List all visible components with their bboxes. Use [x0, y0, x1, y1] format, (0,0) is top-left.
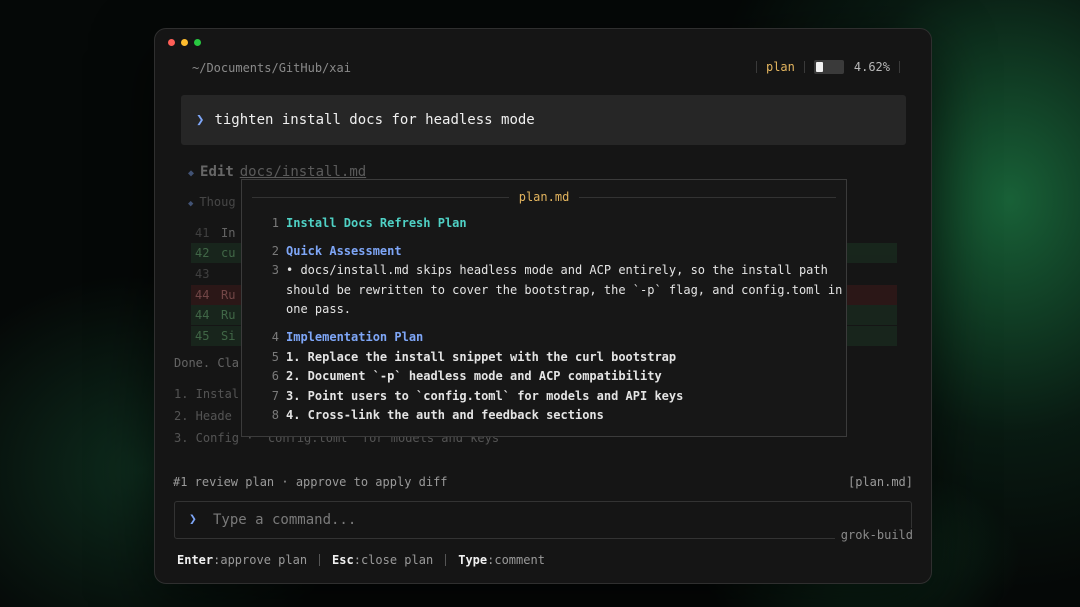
hint-key: Esc	[332, 553, 354, 567]
plan-line: 6 2. Document `-p` headless mode and ACP …	[242, 367, 846, 387]
divider	[252, 196, 509, 198]
plan-line: 1 Install Docs Refresh Plan	[242, 214, 846, 234]
plan-text: one pass.	[286, 302, 352, 316]
plan-line-number: 6	[271, 369, 279, 383]
command-chevron-icon: ❯	[189, 512, 197, 527]
command-input[interactable]	[213, 509, 773, 531]
plan-line-number	[242, 300, 286, 320]
diff-line-number: 43	[195, 267, 210, 281]
diff-line-number: 45	[195, 329, 210, 343]
thought-line: ◆ Thoug	[188, 195, 236, 209]
terminal-window: ~/Documents/GitHub/xai plan 4.62% ❯ tigh…	[154, 28, 932, 584]
plan-line-number: 1	[271, 216, 279, 230]
plan-heading: Install Docs Refresh Plan	[286, 216, 467, 230]
hint-action: :close plan	[353, 553, 434, 567]
diff-code: cu	[221, 246, 236, 260]
plan-line-number	[242, 281, 286, 301]
plan-text: should be rewritten to cover the bootstr…	[286, 283, 843, 297]
plan-title: plan.md	[518, 190, 570, 204]
diff-code: Ru	[221, 308, 236, 322]
review-file-tag[interactable]: [plan.md]	[848, 475, 913, 489]
keyboard-hints: Enter:approve plan Esc:close plan Type:c…	[177, 553, 545, 567]
diamond-icon: ◆	[188, 168, 195, 179]
edit-tool-call: ◆ Edit docs/install.md	[188, 164, 366, 180]
diff-line-number: 44	[195, 288, 210, 302]
hint-key: Type	[458, 553, 488, 567]
plan-line-number: 3	[271, 263, 279, 277]
summary-list-item: 1. Instal	[174, 387, 240, 401]
edit-file-link[interactable]: docs/install.md	[240, 164, 366, 180]
plan-header: plan.md	[252, 188, 837, 206]
diff-code: Si	[221, 329, 236, 343]
hint-key: Enter	[177, 553, 214, 567]
edit-label: Edit	[200, 164, 234, 180]
plan-line-number: 8	[271, 408, 279, 422]
summary-list-item: 2. Heade	[174, 409, 232, 423]
plan-line-number: 4	[271, 330, 279, 344]
diff-line-number: 41	[195, 226, 210, 240]
plan-subheading: Quick Assessment	[286, 244, 402, 258]
divider	[319, 554, 321, 566]
plan-subheading: Implementation Plan	[286, 330, 424, 344]
review-status: #1 review plan · approve to apply diff	[173, 475, 448, 489]
plan-step: 3. Point users to `config.toml` for mode…	[286, 389, 684, 403]
plan-step: 4. Cross-link the auth and feedback sect…	[286, 408, 604, 422]
plan-text: • docs/install.md skips headless mode an…	[286, 263, 828, 277]
command-bar[interactable]: ❯	[174, 501, 912, 539]
plan-line-number: 7	[271, 389, 279, 403]
diff-code: In	[221, 226, 236, 240]
plan-line: 7 3. Point users to `config.toml` for mod…	[242, 387, 846, 407]
hint-action: :approve plan	[213, 553, 308, 567]
plan-line: 3 • docs/install.md skips headless mode a…	[242, 261, 846, 281]
divider	[445, 554, 447, 566]
plan-step: 1. Replace the install snippet with the …	[286, 350, 677, 364]
plan-preview-panel[interactable]: plan.md 1 Install Docs Refresh Plan 2 Quic…	[241, 179, 847, 437]
plan-line: 4 Implementation Plan	[242, 328, 846, 348]
agent-name: grok-build	[834, 528, 919, 542]
plan-line: 5 1. Replace the install snippet with the…	[242, 348, 846, 368]
diamond-icon: ◆	[188, 199, 194, 209]
diff-code: Ru	[221, 288, 236, 302]
thought-label: Thoug	[199, 195, 236, 209]
hint-action: :comment	[487, 553, 545, 567]
plan-line: one pass.	[242, 300, 846, 320]
diff-line-number: 44	[195, 308, 210, 322]
plan-line-number: 2	[271, 244, 279, 258]
plan-line-number: 5	[271, 350, 279, 364]
done-summary: Done. Cla	[174, 356, 240, 370]
plan-line: 8 4. Cross-link the auth and feedback sec…	[242, 406, 846, 426]
plan-line: 2 Quick Assessment	[242, 242, 846, 262]
plan-step: 2. Document `-p` headless mode and ACP c…	[286, 369, 662, 383]
plan-line: should be rewritten to cover the bootstr…	[242, 281, 846, 301]
diff-line-number: 42	[195, 246, 210, 260]
divider	[579, 196, 837, 198]
